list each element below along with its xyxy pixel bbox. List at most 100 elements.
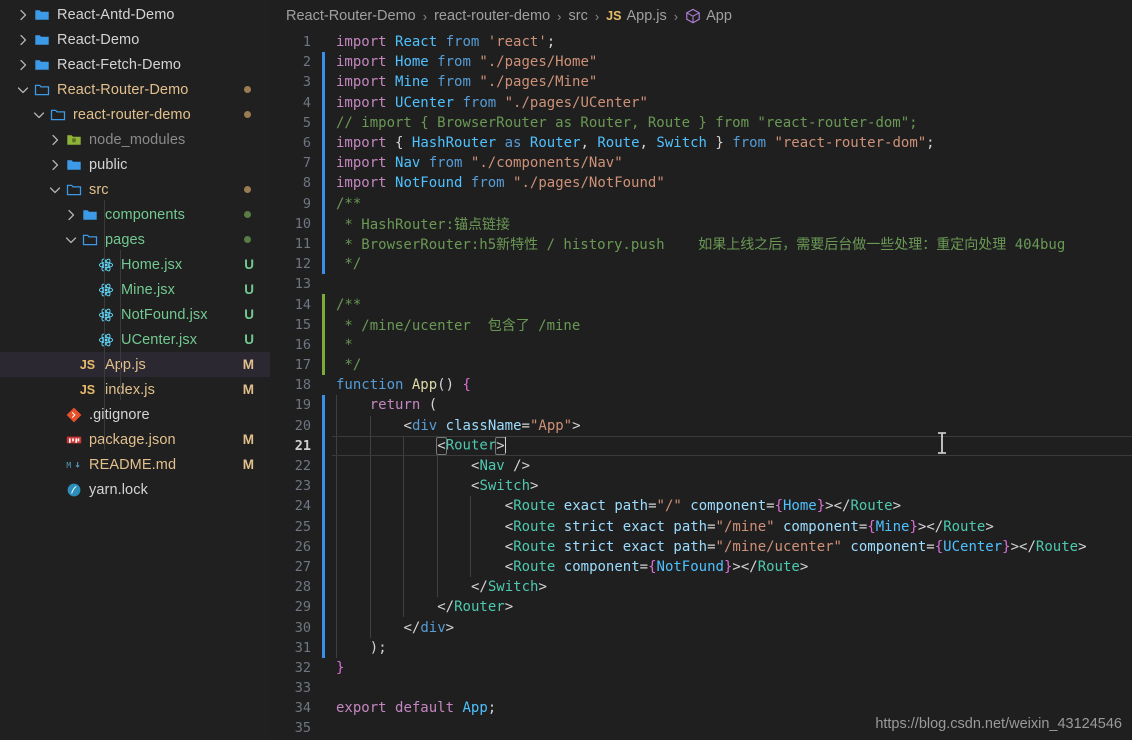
chevron-down-icon[interactable] xyxy=(30,107,47,123)
chevron-right-icon[interactable] xyxy=(14,32,31,48)
tree-item-react-router-demo[interactable]: react-router-demo xyxy=(0,102,270,127)
code-line[interactable]: 16 * xyxy=(270,334,1132,355)
gutter-change-indicator xyxy=(322,536,325,557)
indent-guide xyxy=(336,637,337,658)
code-line[interactable]: 26 <Route strict exact path="/mine/ucent… xyxy=(270,536,1132,557)
breadcrumb-item-react-router-demo[interactable]: React-Router-Demo xyxy=(286,8,416,24)
chevron-right-icon[interactable] xyxy=(14,57,31,73)
breadcrumb[interactable]: React-Router-Demo › react-router-demo › src ›… xyxy=(270,0,1132,32)
breadcrumb-item-src[interactable]: src xyxy=(568,8,587,24)
gutter-change-indicator xyxy=(322,173,325,194)
chevron-right-icon[interactable] xyxy=(46,157,63,173)
js-icon: JS xyxy=(79,357,96,372)
code-line[interactable]: 25 <Route strict exact path="/mine" comp… xyxy=(270,516,1132,537)
code-line[interactable]: 6 import { HashRouter as Router, Route, S… xyxy=(270,132,1132,154)
code-line[interactable]: 23 <Switch> xyxy=(270,476,1132,497)
blog-watermark: https://blog.csdn.net/weixin_43124546 xyxy=(875,716,1122,732)
breadcrumb-item-app[interactable]: App xyxy=(685,8,732,24)
code-content[interactable]: 1 import React from 'react'; 2 import Home … xyxy=(270,32,1132,739)
tree-item-label: App.js xyxy=(105,356,146,373)
tree-item-label: README.md xyxy=(89,456,177,473)
tree-item--gitignore[interactable]: .gitignore xyxy=(0,402,270,427)
code-line[interactable]: 19 return ( xyxy=(270,395,1132,416)
tree-item-ucenter-jsx[interactable]: UCenter.jsx U xyxy=(0,327,270,352)
indent-guide xyxy=(369,556,371,578)
folder-icon xyxy=(31,7,53,23)
tree-item-mine-jsx[interactable]: Mine.jsx U xyxy=(0,277,270,302)
breadcrumb-item-react-router-demo[interactable]: react-router-demo xyxy=(434,8,550,24)
indent-guide xyxy=(369,617,371,638)
breadcrumb-item-app-js[interactable]: JS App.js xyxy=(606,8,667,24)
code-line[interactable]: 28 </Switch> xyxy=(270,577,1132,598)
tree-item-label: Home.jsx xyxy=(121,256,183,273)
code-line-text: import Home from "./pages/Home" xyxy=(336,54,598,71)
tree-item-notfound-jsx[interactable]: NotFound.jsx U xyxy=(0,302,270,327)
code-line[interactable]: 27 <Route component={NotFound}></Route> xyxy=(270,556,1132,578)
code-line[interactable]: 12 */ xyxy=(270,254,1132,275)
code-line[interactable]: 1 import React from 'react'; xyxy=(270,32,1132,52)
code-line[interactable]: 21 <Router> xyxy=(270,435,1132,456)
indent-guide xyxy=(336,476,337,497)
code-line[interactable]: 10 * HashRouter:锚点链接 xyxy=(270,213,1132,234)
tree-item-react-demo[interactable]: React-Demo xyxy=(0,27,270,52)
indent-guide xyxy=(403,476,405,497)
code-line[interactable]: 15 * /mine/ucenter 包含了 /mine xyxy=(270,314,1132,335)
tree-item-node-modules[interactable]: node_modules xyxy=(0,127,270,152)
code-line[interactable]: 32} xyxy=(270,658,1132,678)
chevron-right-icon[interactable] xyxy=(62,207,79,223)
code-line[interactable]: 20 <div className="App"> xyxy=(270,415,1132,436)
gutter-change-indicator xyxy=(322,415,325,436)
git-icon xyxy=(63,407,85,423)
tree-item-react-antd-demo[interactable]: React-Antd-Demo xyxy=(0,2,270,27)
code-line[interactable]: 9 /** xyxy=(270,193,1132,214)
chevron-right-icon[interactable] xyxy=(14,7,31,23)
code-line[interactable]: 29 </Router> xyxy=(270,597,1132,618)
code-line-text: } xyxy=(336,659,345,676)
tree-item-label: yarn.lock xyxy=(89,481,148,498)
chevron-down-icon[interactable] xyxy=(46,182,63,198)
code-line[interactable]: 14 /** xyxy=(270,294,1132,315)
tree-item-pages[interactable]: pages xyxy=(0,227,270,252)
line-number: 16 xyxy=(294,336,311,353)
chevron-down-icon[interactable] xyxy=(14,82,31,98)
tree-item-react-router-demo[interactable]: React-Router-Demo xyxy=(0,77,270,102)
tree-item-label: react-router-demo xyxy=(73,106,191,123)
tree-item-readme-md[interactable]: M README.md M xyxy=(0,452,270,477)
code-line[interactable]: 7 import Nav from "./components/Nav" xyxy=(270,153,1132,174)
git-status-badge: M xyxy=(242,432,254,447)
chevron-right-icon[interactable] xyxy=(46,132,63,148)
chevron-down-icon[interactable] xyxy=(62,232,79,248)
code-line[interactable]: 30 </div> xyxy=(270,617,1132,638)
indent-guide xyxy=(336,556,337,578)
indent-guide xyxy=(436,577,438,598)
code-line[interactable]: 18 function App() { xyxy=(270,375,1132,395)
tree-item-index-js[interactable]: JS index.js M xyxy=(0,377,270,402)
code-line[interactable]: 33 xyxy=(270,678,1132,698)
code-line[interactable]: 22 <Nav /> xyxy=(270,455,1132,477)
tree-item-app-js[interactable]: JS App.js M xyxy=(0,352,270,377)
editor-pane[interactable]: React-Router-Demo › react-router-demo › src ›… xyxy=(270,0,1132,740)
git-status-badge: M xyxy=(242,357,254,372)
tree-item-components[interactable]: components xyxy=(0,202,270,227)
tree-item-react-fetch-demo[interactable]: React-Fetch-Demo xyxy=(0,52,270,77)
git-status-badge: U xyxy=(244,282,254,297)
explorer-sidebar[interactable]: React-Antd-Demo React-Demo React-Fetch-Dem… xyxy=(0,0,270,740)
tree-item-public[interactable]: public xyxy=(0,152,270,177)
code-line-text: function App() { xyxy=(336,377,471,394)
code-line[interactable]: 11 * BrowserRouter:h5新特性 / history.push … xyxy=(270,233,1132,255)
tree-item-home-jsx[interactable]: Home.jsx U xyxy=(0,252,270,277)
code-line[interactable]: 31 ); xyxy=(270,637,1132,658)
code-line[interactable]: 4 import UCenter from "./pages/UCenter" xyxy=(270,92,1132,113)
code-line[interactable]: 5 // import { BrowserRouter as Router, Ro… xyxy=(270,112,1132,133)
code-line[interactable]: 2 import Home from "./pages/Home" xyxy=(270,52,1132,73)
tree-item-package-json[interactable]: package.json M xyxy=(0,427,270,452)
indent-guide xyxy=(436,556,438,578)
folder-open-icon xyxy=(79,232,101,248)
code-line[interactable]: 13 xyxy=(270,274,1132,294)
code-line[interactable]: 17 */ xyxy=(270,355,1132,376)
code-line[interactable]: 24 <Route exact path="/" component={Home… xyxy=(270,496,1132,517)
code-line[interactable]: 8 import NotFound from "./pages/NotFound" xyxy=(270,173,1132,194)
tree-item-yarn-lock[interactable]: yarn.lock xyxy=(0,477,270,502)
tree-item-src[interactable]: src xyxy=(0,177,270,202)
code-line[interactable]: 3 import Mine from "./pages/Mine" xyxy=(270,72,1132,93)
